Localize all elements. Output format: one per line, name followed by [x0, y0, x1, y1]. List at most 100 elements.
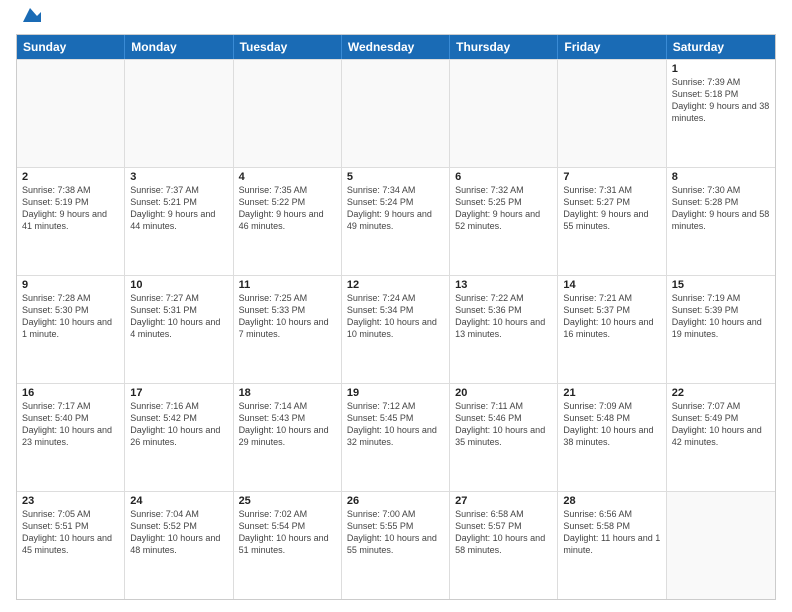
calendar-cell: 26Sunrise: 7:00 AM Sunset: 5:55 PM Dayli…	[342, 492, 450, 599]
calendar-cell	[450, 60, 558, 167]
day-info: Sunrise: 7:38 AM Sunset: 5:19 PM Dayligh…	[22, 184, 119, 233]
calendar-cell	[234, 60, 342, 167]
day-info: Sunrise: 7:05 AM Sunset: 5:51 PM Dayligh…	[22, 508, 119, 557]
day-info: Sunrise: 7:24 AM Sunset: 5:34 PM Dayligh…	[347, 292, 444, 341]
day-info: Sunrise: 7:00 AM Sunset: 5:55 PM Dayligh…	[347, 508, 444, 557]
day-number: 28	[563, 495, 660, 507]
calendar-cell: 13Sunrise: 7:22 AM Sunset: 5:36 PM Dayli…	[450, 276, 558, 383]
day-info: Sunrise: 7:12 AM Sunset: 5:45 PM Dayligh…	[347, 400, 444, 449]
day-info: Sunrise: 7:09 AM Sunset: 5:48 PM Dayligh…	[563, 400, 660, 449]
day-number: 16	[22, 387, 119, 399]
weekday-header: Thursday	[450, 35, 558, 59]
calendar-cell	[17, 60, 125, 167]
weekday-header: Friday	[558, 35, 666, 59]
day-info: Sunrise: 7:02 AM Sunset: 5:54 PM Dayligh…	[239, 508, 336, 557]
calendar-cell: 12Sunrise: 7:24 AM Sunset: 5:34 PM Dayli…	[342, 276, 450, 383]
calendar-cell: 11Sunrise: 7:25 AM Sunset: 5:33 PM Dayli…	[234, 276, 342, 383]
calendar-row: 9Sunrise: 7:28 AM Sunset: 5:30 PM Daylig…	[17, 275, 775, 383]
day-info: Sunrise: 7:14 AM Sunset: 5:43 PM Dayligh…	[239, 400, 336, 449]
day-info: Sunrise: 7:21 AM Sunset: 5:37 PM Dayligh…	[563, 292, 660, 341]
day-info: Sunrise: 7:25 AM Sunset: 5:33 PM Dayligh…	[239, 292, 336, 341]
calendar-cell: 22Sunrise: 7:07 AM Sunset: 5:49 PM Dayli…	[667, 384, 775, 491]
weekday-header: Wednesday	[342, 35, 450, 59]
day-info: Sunrise: 7:11 AM Sunset: 5:46 PM Dayligh…	[455, 400, 552, 449]
calendar-cell: 23Sunrise: 7:05 AM Sunset: 5:51 PM Dayli…	[17, 492, 125, 599]
calendar-cell: 19Sunrise: 7:12 AM Sunset: 5:45 PM Dayli…	[342, 384, 450, 491]
calendar-row: 1Sunrise: 7:39 AM Sunset: 5:18 PM Daylig…	[17, 59, 775, 167]
calendar-cell: 16Sunrise: 7:17 AM Sunset: 5:40 PM Dayli…	[17, 384, 125, 491]
day-number: 5	[347, 171, 444, 183]
logo-icon	[19, 4, 41, 26]
day-number: 13	[455, 279, 552, 291]
calendar-header: SundayMondayTuesdayWednesdayThursdayFrid…	[17, 35, 775, 59]
day-number: 18	[239, 387, 336, 399]
calendar-cell: 21Sunrise: 7:09 AM Sunset: 5:48 PM Dayli…	[558, 384, 666, 491]
calendar-cell: 25Sunrise: 7:02 AM Sunset: 5:54 PM Dayli…	[234, 492, 342, 599]
weekday-header: Tuesday	[234, 35, 342, 59]
day-info: Sunrise: 6:56 AM Sunset: 5:58 PM Dayligh…	[563, 508, 660, 557]
calendar-row: 2Sunrise: 7:38 AM Sunset: 5:19 PM Daylig…	[17, 167, 775, 275]
calendar-cell: 3Sunrise: 7:37 AM Sunset: 5:21 PM Daylig…	[125, 168, 233, 275]
calendar-row: 16Sunrise: 7:17 AM Sunset: 5:40 PM Dayli…	[17, 383, 775, 491]
calendar-cell	[558, 60, 666, 167]
day-info: Sunrise: 7:17 AM Sunset: 5:40 PM Dayligh…	[22, 400, 119, 449]
day-number: 26	[347, 495, 444, 507]
calendar-cell	[342, 60, 450, 167]
day-number: 22	[672, 387, 770, 399]
day-info: Sunrise: 7:31 AM Sunset: 5:27 PM Dayligh…	[563, 184, 660, 233]
weekday-header: Saturday	[667, 35, 775, 59]
day-number: 24	[130, 495, 227, 507]
calendar-cell: 14Sunrise: 7:21 AM Sunset: 5:37 PM Dayli…	[558, 276, 666, 383]
calendar-cell: 1Sunrise: 7:39 AM Sunset: 5:18 PM Daylig…	[667, 60, 775, 167]
calendar-body: 1Sunrise: 7:39 AM Sunset: 5:18 PM Daylig…	[17, 59, 775, 599]
day-number: 1	[672, 63, 770, 75]
calendar-cell: 5Sunrise: 7:34 AM Sunset: 5:24 PM Daylig…	[342, 168, 450, 275]
day-info: Sunrise: 7:22 AM Sunset: 5:36 PM Dayligh…	[455, 292, 552, 341]
calendar-cell: 17Sunrise: 7:16 AM Sunset: 5:42 PM Dayli…	[125, 384, 233, 491]
day-info: Sunrise: 7:07 AM Sunset: 5:49 PM Dayligh…	[672, 400, 770, 449]
calendar-row: 23Sunrise: 7:05 AM Sunset: 5:51 PM Dayli…	[17, 491, 775, 599]
day-number: 14	[563, 279, 660, 291]
calendar-cell	[125, 60, 233, 167]
day-number: 25	[239, 495, 336, 507]
calendar-cell: 18Sunrise: 7:14 AM Sunset: 5:43 PM Dayli…	[234, 384, 342, 491]
calendar-cell: 10Sunrise: 7:27 AM Sunset: 5:31 PM Dayli…	[125, 276, 233, 383]
day-number: 10	[130, 279, 227, 291]
day-number: 20	[455, 387, 552, 399]
calendar-cell: 7Sunrise: 7:31 AM Sunset: 5:27 PM Daylig…	[558, 168, 666, 275]
day-number: 12	[347, 279, 444, 291]
calendar-cell: 8Sunrise: 7:30 AM Sunset: 5:28 PM Daylig…	[667, 168, 775, 275]
day-info: Sunrise: 7:27 AM Sunset: 5:31 PM Dayligh…	[130, 292, 227, 341]
weekday-header: Monday	[125, 35, 233, 59]
calendar-cell: 28Sunrise: 6:56 AM Sunset: 5:58 PM Dayli…	[558, 492, 666, 599]
calendar-cell: 20Sunrise: 7:11 AM Sunset: 5:46 PM Dayli…	[450, 384, 558, 491]
calendar-cell: 9Sunrise: 7:28 AM Sunset: 5:30 PM Daylig…	[17, 276, 125, 383]
day-info: Sunrise: 7:35 AM Sunset: 5:22 PM Dayligh…	[239, 184, 336, 233]
day-info: Sunrise: 7:39 AM Sunset: 5:18 PM Dayligh…	[672, 76, 770, 125]
day-number: 17	[130, 387, 227, 399]
day-number: 9	[22, 279, 119, 291]
calendar-cell: 15Sunrise: 7:19 AM Sunset: 5:39 PM Dayli…	[667, 276, 775, 383]
calendar: SundayMondayTuesdayWednesdayThursdayFrid…	[16, 34, 776, 600]
day-number: 19	[347, 387, 444, 399]
day-info: Sunrise: 7:37 AM Sunset: 5:21 PM Dayligh…	[130, 184, 227, 233]
day-number: 23	[22, 495, 119, 507]
logo	[16, 16, 41, 26]
day-number: 7	[563, 171, 660, 183]
day-number: 6	[455, 171, 552, 183]
calendar-cell: 4Sunrise: 7:35 AM Sunset: 5:22 PM Daylig…	[234, 168, 342, 275]
day-info: Sunrise: 7:30 AM Sunset: 5:28 PM Dayligh…	[672, 184, 770, 233]
day-info: Sunrise: 7:19 AM Sunset: 5:39 PM Dayligh…	[672, 292, 770, 341]
calendar-cell	[667, 492, 775, 599]
day-number: 8	[672, 171, 770, 183]
day-number: 2	[22, 171, 119, 183]
calendar-cell: 2Sunrise: 7:38 AM Sunset: 5:19 PM Daylig…	[17, 168, 125, 275]
day-number: 3	[130, 171, 227, 183]
day-info: Sunrise: 7:28 AM Sunset: 5:30 PM Dayligh…	[22, 292, 119, 341]
day-number: 15	[672, 279, 770, 291]
weekday-header: Sunday	[17, 35, 125, 59]
day-number: 27	[455, 495, 552, 507]
day-info: Sunrise: 6:58 AM Sunset: 5:57 PM Dayligh…	[455, 508, 552, 557]
day-info: Sunrise: 7:16 AM Sunset: 5:42 PM Dayligh…	[130, 400, 227, 449]
day-number: 21	[563, 387, 660, 399]
